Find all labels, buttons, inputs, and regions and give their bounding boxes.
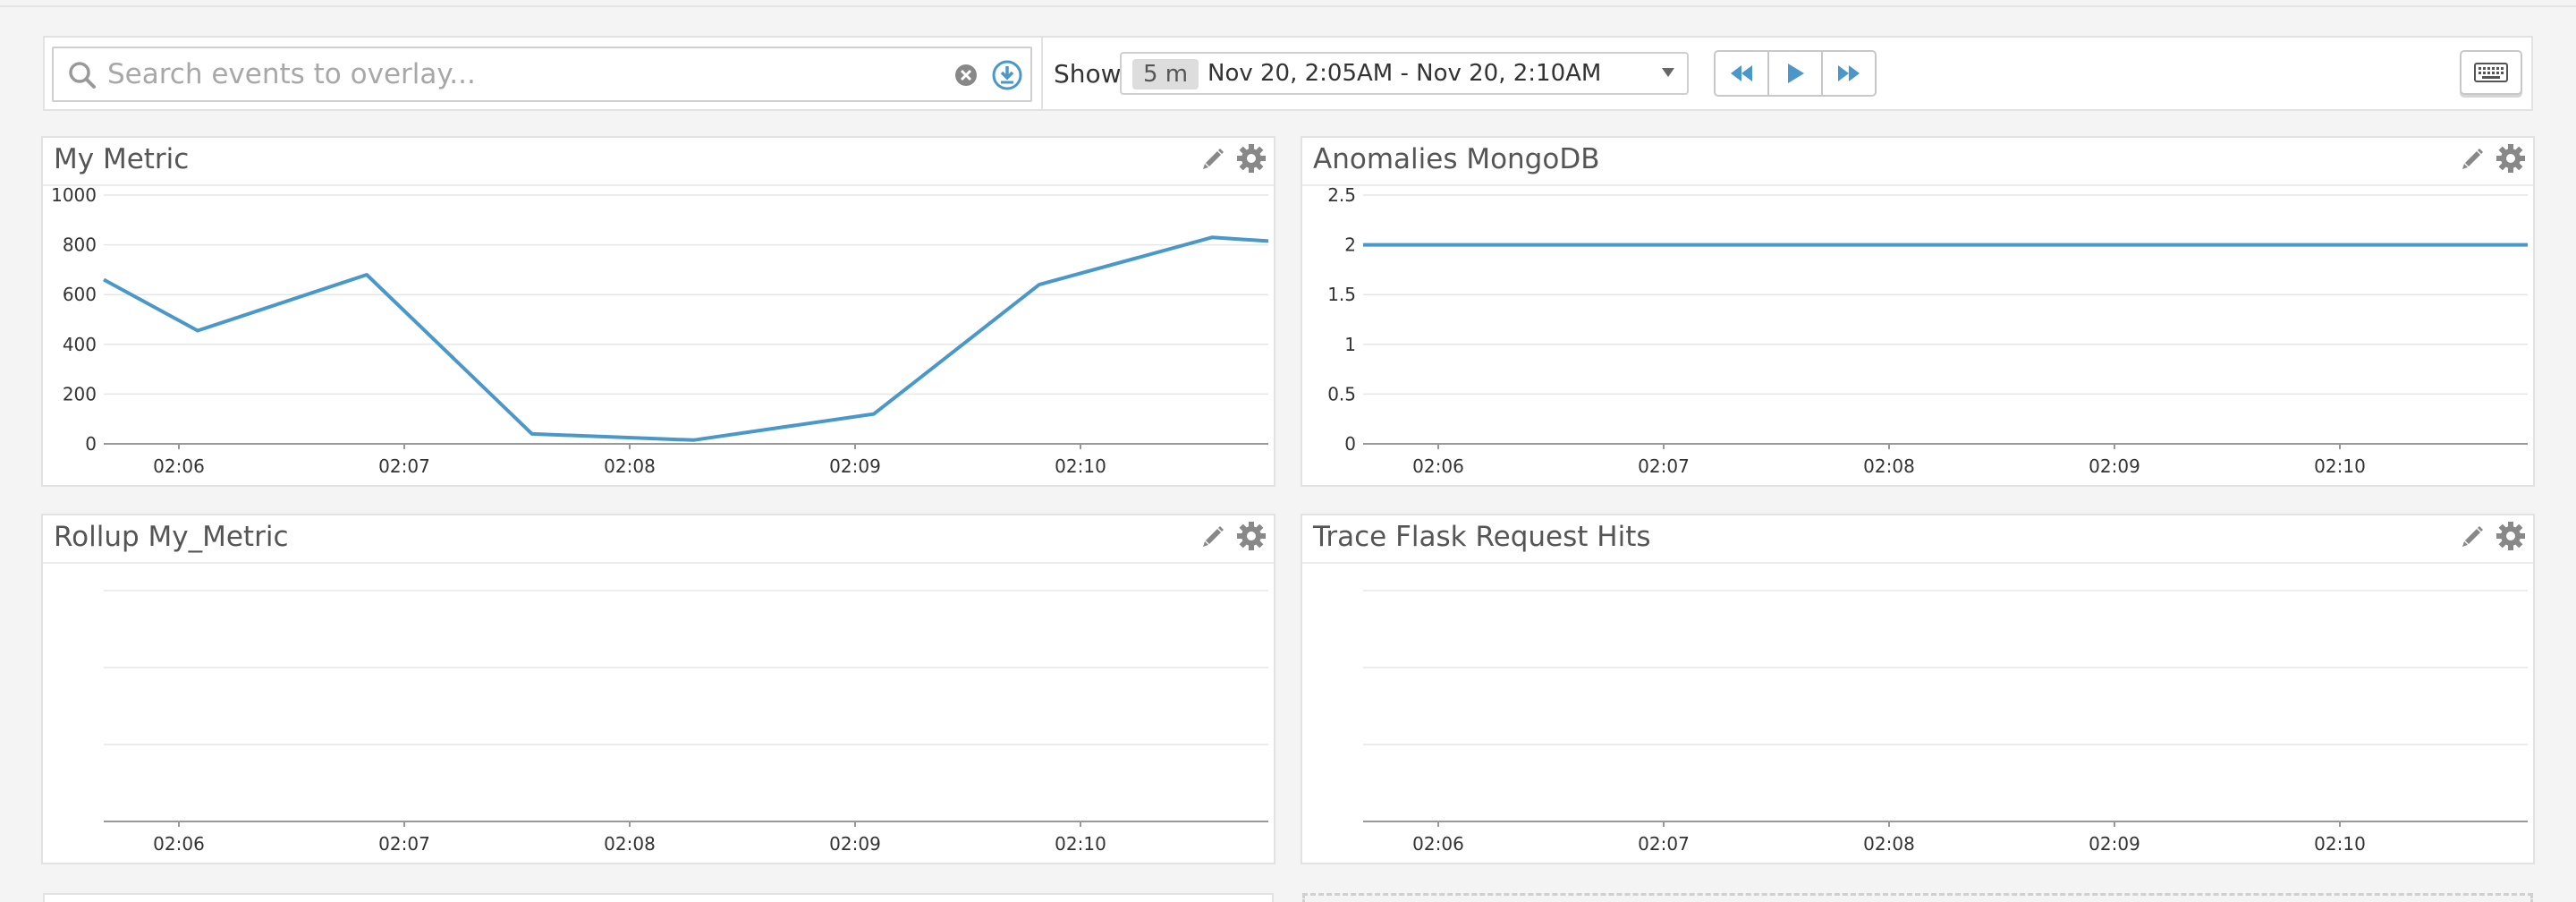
- x-tick-label: 02:09: [829, 455, 881, 477]
- gear-icon[interactable]: [1236, 521, 1267, 551]
- top-divider: [0, 5, 2576, 7]
- download-circle-icon[interactable]: [991, 59, 1023, 91]
- x-tick-label: 02:08: [1863, 455, 1915, 477]
- widget-title: Trace Flask Request Hits: [1313, 521, 1651, 553]
- y-tick-label: 1: [1344, 334, 1356, 355]
- add-widget-placeholder[interactable]: [1302, 893, 2533, 902]
- play-button[interactable]: [1767, 50, 1823, 97]
- x-tick-label: 02:09: [2089, 455, 2140, 477]
- search-icon: [69, 62, 96, 89]
- y-tick-label: 400: [63, 334, 97, 355]
- widget-title: Anomalies MongoDB: [1313, 143, 1600, 175]
- fast-forward-icon: [1838, 65, 1860, 81]
- pencil-icon[interactable]: [1200, 145, 1227, 172]
- y-tick-label: 2: [1344, 234, 1356, 256]
- series-line[interactable]: [103, 235, 1269, 442]
- y-tick-label: 0: [85, 433, 97, 455]
- pencil-icon[interactable]: [2460, 523, 2487, 549]
- x-tick-label: 02:10: [1055, 833, 1106, 855]
- timeframe-pill: 5 m: [1132, 59, 1199, 89]
- x-tick-label: 02:08: [1863, 833, 1915, 855]
- play-icon: [1788, 64, 1804, 83]
- gear-icon[interactable]: [2496, 143, 2526, 174]
- x-tick-label: 02:07: [1638, 455, 1690, 477]
- widget-title: My Metric: [54, 143, 190, 175]
- gear-icon[interactable]: [2496, 521, 2526, 551]
- rewind-icon: [1731, 65, 1752, 81]
- timeframe-range: Nov 20, 2:05AM - Nov 20, 2:10AM: [1208, 60, 1602, 87]
- x-tick-label: 02:06: [153, 455, 205, 477]
- keyboard-shortcuts-button[interactable]: [2460, 50, 2522, 95]
- x-tick-label: 02:06: [1412, 833, 1464, 855]
- widget-anomalies-mongodb: Anomalies MongoDB 0 0.5 1 1.5 2 2.5 02:06 02:07…: [1301, 136, 2535, 487]
- clear-icon[interactable]: [953, 63, 979, 88]
- x-tick-label: 02:08: [604, 833, 656, 855]
- search-input[interactable]: [107, 54, 966, 95]
- x-tick-label: 02:07: [378, 833, 430, 855]
- y-tick-label: 0: [1344, 433, 1356, 455]
- keyboard-icon: [2474, 63, 2508, 82]
- my-metric-chart: 0 200 400 600 800 1000 02:06 02:07 02:08 02:09 02:…: [51, 186, 1269, 477]
- x-tick-label: 02:07: [1638, 833, 1690, 855]
- toolbar-divider: [1041, 38, 1043, 109]
- y-tick-label: 200: [63, 383, 97, 404]
- rollup-my-metric-chart: 02:06 02:07 02:08 02:09 02:10: [104, 590, 1268, 855]
- show-label: Show: [1054, 59, 1122, 89]
- fast-forward-button[interactable]: [1821, 50, 1877, 97]
- widget-title: Rollup My_Metric: [54, 521, 289, 553]
- anomalies-mongodb-chart: 0 0.5 1 1.5 2 2.5 02:06 02:07 02:08 02:09 02:10: [1327, 186, 2528, 477]
- chevron-down-icon: [1662, 68, 1674, 77]
- x-tick-label: 02:10: [2314, 455, 2366, 477]
- y-tick-label: 2.5: [1327, 186, 1356, 206]
- x-tick-label: 02:06: [153, 833, 205, 855]
- y-tick-label: 1000: [51, 186, 97, 206]
- timeframe-select[interactable]: 5 m Nov 20, 2:05AM - Nov 20, 2:10AM: [1120, 52, 1689, 95]
- y-tick-label: 0.5: [1327, 383, 1356, 404]
- x-tick-label: 02:09: [2089, 833, 2140, 855]
- x-tick-label: 02:10: [1055, 455, 1106, 477]
- rewind-button[interactable]: [1714, 50, 1769, 97]
- x-tick-label: 02:07: [378, 455, 430, 477]
- y-tick-label: 1.5: [1327, 284, 1356, 305]
- x-tick-label: 02:08: [604, 455, 656, 477]
- widget-trace-flask-request-hits: Trace Flask Request Hits 02:06 02:07 02:08…: [1301, 514, 2535, 864]
- pencil-icon[interactable]: [1200, 523, 1227, 549]
- pencil-icon[interactable]: [2460, 145, 2487, 172]
- x-tick-label: 02:06: [1412, 455, 1464, 477]
- widget-rollup-my-metric: Rollup My_Metric 02:06 02:07 02:08 02:09 02:…: [41, 514, 1275, 864]
- widget-my-metric: My Metric 0 200 400 600 800 1000 02:06 02:07 02:…: [41, 136, 1275, 487]
- y-tick-label: 600: [63, 284, 97, 305]
- widget-partial: [43, 893, 1274, 902]
- gear-icon[interactable]: [1236, 143, 1267, 174]
- y-tick-label: 800: [63, 234, 97, 256]
- x-tick-label: 02:09: [829, 833, 881, 855]
- search-box[interactable]: [52, 47, 1032, 102]
- x-tick-label: 02:10: [2314, 833, 2366, 855]
- time-nav-group: [1714, 50, 1877, 97]
- trace-flask-request-hits-chart: 02:06 02:07 02:08 02:09 02:10: [1363, 590, 2528, 855]
- event-toolbar: Show 5 m Nov 20, 2:05AM - Nov 20, 2:10AM: [43, 36, 2533, 111]
